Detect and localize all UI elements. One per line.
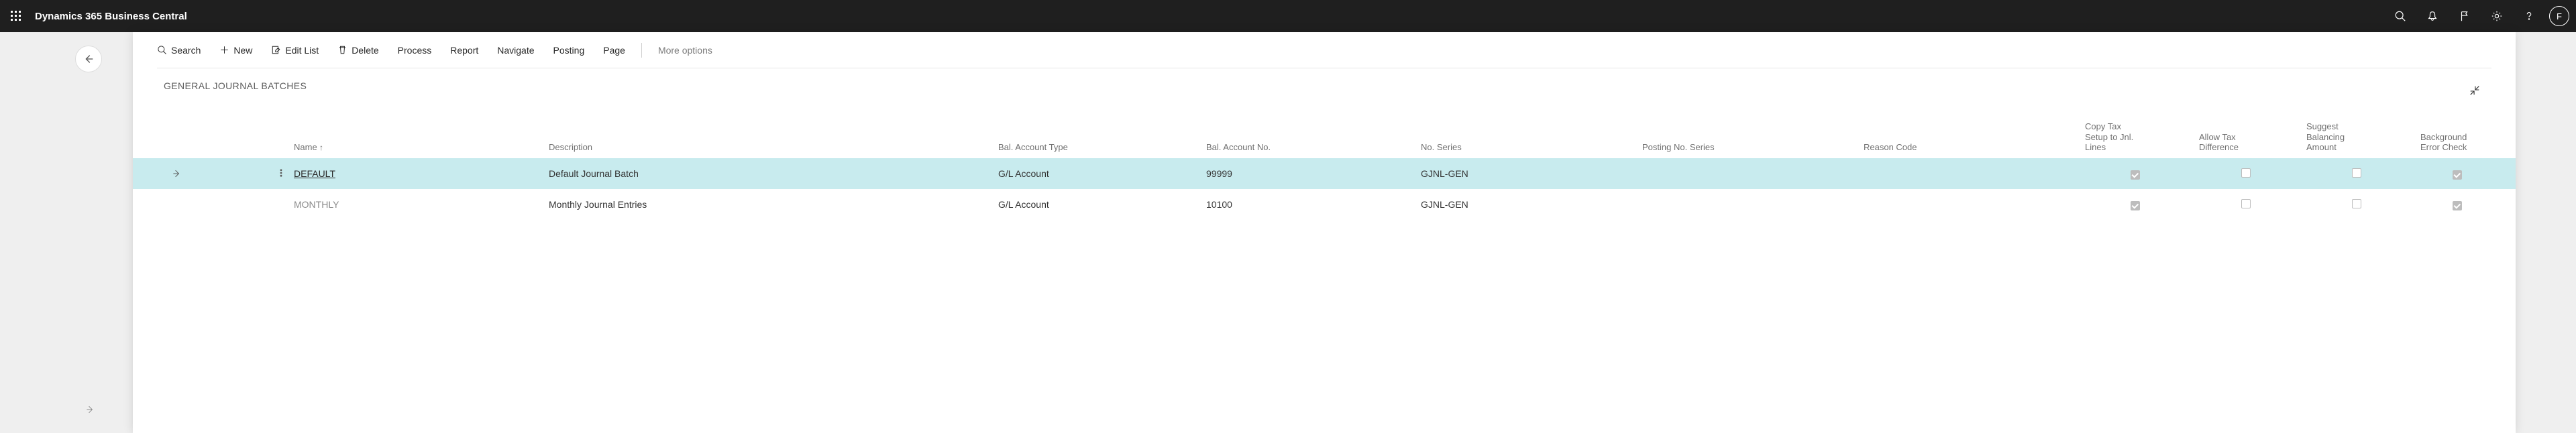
col-reason-code[interactable]: Reason Code — [1857, 142, 2078, 153]
cell-allow-tax[interactable] — [2192, 199, 2300, 210]
cell-bal-account-no[interactable]: 99999 — [1199, 168, 1414, 179]
help-button[interactable] — [2513, 0, 2545, 32]
edit-list-icon — [271, 45, 281, 55]
toolbar-new-label: New — [233, 45, 252, 56]
search-icon — [2394, 10, 2406, 22]
cell-background[interactable] — [2414, 168, 2501, 180]
bell-icon — [2426, 10, 2438, 22]
cell-description[interactable]: Monthly Journal Entries — [542, 199, 991, 210]
toolbar-posting[interactable]: Posting — [553, 45, 585, 56]
col-name[interactable]: Name — [287, 142, 542, 153]
toolbar-process[interactable]: Process — [398, 45, 432, 56]
user-avatar[interactable]: F — [2549, 6, 2569, 26]
toolbar-navigate[interactable]: Navigate — [497, 45, 534, 56]
gear-icon — [2491, 10, 2503, 22]
trash-icon — [337, 45, 347, 55]
table-row[interactable]: DEFAULT Default Journal Batch G/L Accoun… — [133, 158, 2516, 189]
waffle-icon — [11, 11, 21, 21]
cell-allow-tax[interactable] — [2192, 168, 2300, 180]
row-indicator — [133, 199, 287, 210]
cell-suggest[interactable] — [2300, 168, 2414, 180]
toolbar-report[interactable]: Report — [450, 45, 478, 56]
collapse-panel-button[interactable] — [2465, 80, 2485, 101]
flag-icon — [2459, 10, 2471, 22]
table: Name Description Bal. Account Type Bal. … — [133, 107, 2516, 220]
more-vertical-icon — [266, 199, 275, 208]
col-bal-account-type[interactable]: Bal. Account Type — [991, 142, 1199, 153]
action-toolbar: Search New Edit List Delete Process Repo… — [157, 32, 2491, 68]
col-bal-account-no[interactable]: Bal. Account No. — [1199, 142, 1414, 153]
cell-no-series[interactable]: GJNL-GEN — [1414, 168, 1635, 179]
cell-copy-tax[interactable] — [2078, 168, 2192, 180]
toolbar-more-options[interactable]: More options — [658, 45, 712, 56]
search-icon — [157, 45, 167, 55]
app-title: Dynamics 365 Business Central — [35, 11, 187, 22]
cell-suggest[interactable] — [2300, 199, 2414, 210]
page-panel: Search New Edit List Delete Process Repo… — [133, 32, 2516, 433]
global-search-button[interactable] — [2384, 0, 2416, 32]
top-nav-bar: Dynamics 365 Business Central F — [0, 0, 2576, 32]
avatar-initial: F — [2557, 11, 2562, 21]
more-vertical-icon — [276, 168, 286, 178]
cell-bal-account-type[interactable]: G/L Account — [991, 168, 1199, 179]
settings-button[interactable] — [2481, 0, 2513, 32]
row-menu-button[interactable] — [276, 168, 286, 180]
page-title-row: GENERAL JOURNAL BATCHES — [133, 68, 2516, 107]
toolbar-search[interactable]: Search — [157, 45, 201, 56]
col-no-series[interactable]: No. Series — [1414, 142, 1635, 153]
toolbar-delete[interactable]: Delete — [337, 45, 378, 56]
toolbar-page[interactable]: Page — [603, 45, 625, 56]
toolbar-edit-list-label: Edit List — [285, 45, 319, 56]
collapse-icon — [2469, 84, 2481, 97]
table-row[interactable]: MONTHLY Monthly Journal Entries G/L Acco… — [133, 189, 2516, 220]
col-posting-no-series[interactable]: Posting No. Series — [1635, 142, 1857, 153]
col-background[interactable]: Background Error Check — [2414, 132, 2501, 153]
cell-background[interactable] — [2414, 199, 2501, 210]
toolbar-new[interactable]: New — [219, 45, 252, 56]
notifications-button[interactable] — [2416, 0, 2449, 32]
arrow-right-icon — [85, 404, 96, 415]
table-header: Name Description Bal. Account Type Bal. … — [133, 119, 2516, 158]
toolbar-edit-list[interactable]: Edit List — [271, 45, 319, 56]
toolbar-search-label: Search — [171, 45, 201, 56]
cell-bal-account-type[interactable]: G/L Account — [991, 199, 1199, 210]
plus-icon — [219, 45, 229, 55]
cell-name[interactable]: DEFAULT — [287, 168, 542, 179]
row-indicator — [133, 168, 287, 180]
cell-bal-account-no[interactable]: 10100 — [1199, 199, 1414, 210]
cell-no-series[interactable]: GJNL-GEN — [1414, 199, 1635, 210]
app-launcher-button[interactable] — [0, 0, 32, 32]
question-icon — [2523, 10, 2535, 22]
flag-button[interactable] — [2449, 0, 2481, 32]
arrow-right-icon — [172, 168, 182, 179]
col-copy-tax[interactable]: Copy Tax Setup to Jnl. Lines — [2078, 121, 2192, 153]
col-suggest[interactable]: Suggest Balancing Amount — [2300, 121, 2414, 153]
back-button[interactable] — [75, 46, 102, 72]
toolbar-divider — [641, 43, 642, 58]
cell-copy-tax[interactable] — [2078, 199, 2192, 210]
col-description[interactable]: Description — [542, 142, 991, 153]
toolbar-delete-label: Delete — [352, 45, 378, 56]
cell-name[interactable]: MONTHLY — [287, 199, 542, 210]
arrow-left-icon — [83, 53, 95, 65]
background-row-indicator — [80, 399, 101, 420]
col-allow-tax[interactable]: Allow Tax Difference — [2192, 132, 2300, 153]
cell-description[interactable]: Default Journal Batch — [542, 168, 991, 179]
back-strip — [66, 46, 113, 433]
page-title: GENERAL JOURNAL BATCHES — [164, 80, 307, 91]
